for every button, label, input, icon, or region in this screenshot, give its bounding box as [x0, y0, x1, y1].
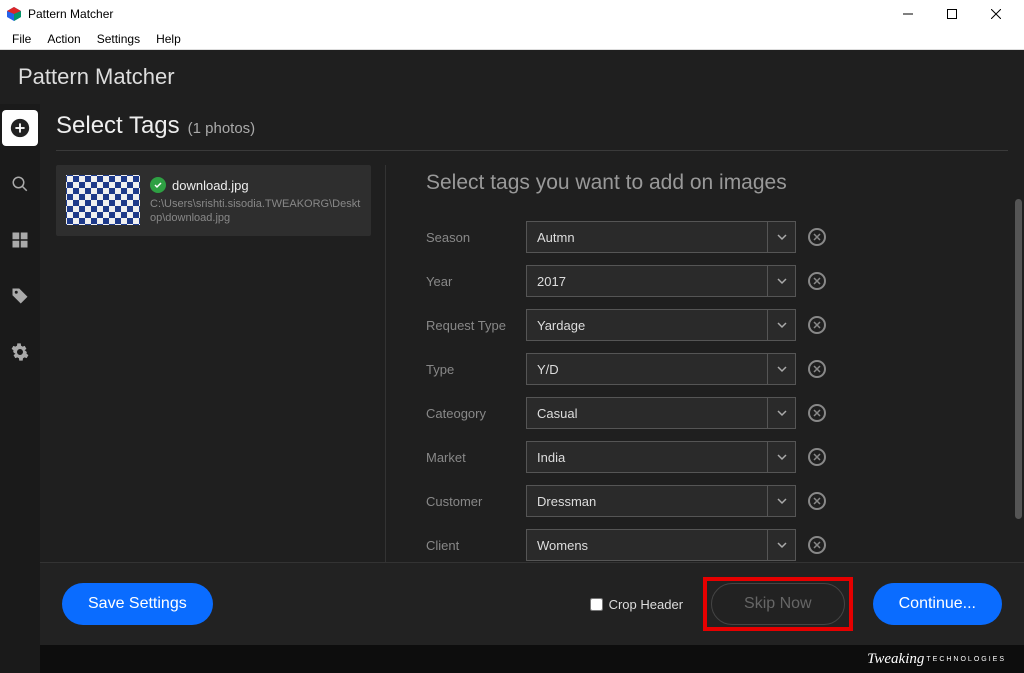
clear-icon[interactable] — [808, 448, 826, 466]
highlight-box: Skip Now — [703, 577, 853, 631]
photo-count: (1 photos) — [188, 120, 256, 137]
select-type[interactable]: Y/D — [526, 353, 768, 385]
chevron-down-icon[interactable] — [768, 485, 796, 517]
form-row: ClientWomens — [426, 529, 984, 561]
menu-file[interactable]: File — [4, 30, 39, 48]
scrollbar-thumb[interactable] — [1015, 199, 1022, 519]
select-request type[interactable]: Yardage — [526, 309, 768, 341]
form-row: CateogoryCasual — [426, 397, 984, 429]
sidebar-grid-button[interactable] — [2, 222, 38, 258]
grid-icon — [11, 231, 29, 249]
chevron-down-icon[interactable] — [768, 265, 796, 297]
field-label: Client — [426, 538, 526, 553]
crop-header-label: Crop Header — [609, 597, 683, 612]
form-row: Year2017 — [426, 265, 984, 297]
continue-button[interactable]: Continue... — [873, 583, 1002, 625]
sidebar-tag-button[interactable] — [2, 278, 38, 314]
form-row: Request TypeYardage — [426, 309, 984, 341]
field-label: Request Type — [426, 318, 526, 333]
select-cateogory[interactable]: Casual — [526, 397, 768, 429]
scrollbar[interactable] — [1014, 151, 1024, 562]
sidebar-settings-button[interactable] — [2, 334, 38, 370]
search-icon — [11, 175, 29, 193]
chevron-down-icon[interactable] — [768, 397, 796, 429]
field-label: Type — [426, 362, 526, 377]
titlebar: Pattern Matcher — [0, 0, 1024, 28]
select-client[interactable]: Womens — [526, 529, 768, 561]
skip-now-button[interactable]: Skip Now — [711, 583, 845, 625]
sidebar-add-button[interactable] — [2, 110, 38, 146]
file-list: download.jpg C:\Users\srishti.sisodia.TW… — [56, 165, 386, 562]
select-season[interactable]: Autmn — [526, 221, 768, 253]
file-thumbnail — [66, 175, 140, 225]
brand-sub: TECHNOLOGIES — [926, 656, 1006, 663]
clear-icon[interactable] — [808, 228, 826, 246]
clear-icon[interactable] — [808, 492, 826, 510]
form-heading: Select tags you want to add on images — [426, 171, 984, 195]
field-label: Season — [426, 230, 526, 245]
brand-bar: Tweaking TECHNOLOGIES — [40, 645, 1024, 673]
field-label: Cateogory — [426, 406, 526, 421]
clear-icon[interactable] — [808, 360, 826, 378]
check-circle-icon — [150, 177, 166, 193]
maximize-button[interactable] — [930, 0, 974, 28]
clear-icon[interactable] — [808, 316, 826, 334]
app-icon — [6, 6, 22, 22]
menubar: File Action Settings Help — [0, 28, 1024, 50]
chevron-down-icon[interactable] — [768, 529, 796, 561]
field-label: Market — [426, 450, 526, 465]
footer-bar: Save Settings Crop Header Skip Now Conti… — [40, 562, 1024, 645]
menu-action[interactable]: Action — [39, 30, 88, 48]
close-window-button[interactable] — [974, 0, 1018, 28]
app-title: Pattern Matcher — [18, 64, 1006, 90]
field-label: Customer — [426, 494, 526, 509]
field-label: Year — [426, 274, 526, 289]
plus-circle-icon — [9, 117, 31, 139]
select-market[interactable]: India — [526, 441, 768, 473]
app-header: Pattern Matcher — [0, 50, 1024, 104]
form-row: SeasonAutmn — [426, 221, 984, 253]
menu-help[interactable]: Help — [148, 30, 189, 48]
clear-icon[interactable] — [808, 404, 826, 422]
sidebar-search-button[interactable] — [2, 166, 38, 202]
select-customer[interactable]: Dressman — [526, 485, 768, 517]
gear-icon — [11, 343, 29, 361]
file-item[interactable]: download.jpg C:\Users\srishti.sisodia.TW… — [56, 165, 371, 236]
file-name: download.jpg — [172, 178, 249, 193]
crop-header-checkbox[interactable]: Crop Header — [590, 597, 683, 612]
tag-form: Select tags you want to add on images Se… — [386, 165, 1014, 562]
chevron-down-icon[interactable] — [768, 441, 796, 473]
save-settings-button[interactable]: Save Settings — [62, 583, 213, 625]
brand-name: Tweaking — [867, 651, 924, 668]
chevron-down-icon[interactable] — [768, 353, 796, 385]
select-year[interactable]: 2017 — [526, 265, 768, 297]
tag-icon — [11, 287, 29, 305]
menu-settings[interactable]: Settings — [89, 30, 148, 48]
file-path: C:\Users\srishti.sisodia.TWEAKORG\Deskto… — [150, 197, 361, 226]
clear-icon[interactable] — [808, 272, 826, 290]
clear-icon[interactable] — [808, 536, 826, 554]
window-title: Pattern Matcher — [28, 7, 886, 21]
crop-header-input[interactable] — [590, 598, 603, 611]
chevron-down-icon[interactable] — [768, 221, 796, 253]
form-row: CustomerDressman — [426, 485, 984, 517]
chevron-down-icon[interactable] — [768, 309, 796, 341]
page-title: Select Tags — [56, 112, 180, 140]
sidebar — [0, 104, 40, 673]
minimize-button[interactable] — [886, 0, 930, 28]
form-row: TypeY/D — [426, 353, 984, 385]
form-row: MarketIndia — [426, 441, 984, 473]
